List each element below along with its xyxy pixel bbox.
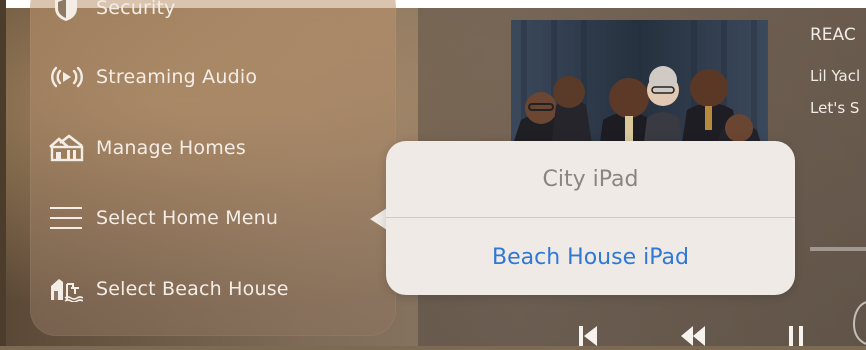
option-beach-house-ipad[interactable]: Beach House iPad	[386, 219, 795, 295]
option-city-ipad[interactable]: City iPad	[386, 141, 795, 217]
menu-item-label: Manage Homes	[96, 137, 246, 159]
track-album: Let's S	[810, 99, 860, 117]
menu-item-label: Select Home Menu	[96, 207, 279, 229]
popover-divider	[386, 217, 795, 218]
hamburger-menu-icon	[48, 200, 84, 236]
menu-item-select-beach-house[interactable]: Select Beach House	[48, 271, 289, 307]
pause-icon	[789, 326, 803, 346]
skip-back-button[interactable]	[577, 322, 599, 346]
skip-back-icon	[579, 326, 597, 346]
track-title: REAC	[810, 25, 856, 45]
play-circle-button[interactable]	[852, 300, 866, 345]
album-art	[511, 20, 768, 150]
menu-item-label: Streaming Audio	[96, 66, 258, 88]
homes-icon	[48, 130, 84, 166]
menu-item-manage-homes[interactable]: Manage Homes	[48, 130, 246, 166]
rewind-icon	[681, 326, 705, 346]
menu-item-streaming-audio[interactable]: Streaming Audio	[48, 59, 257, 95]
pause-button[interactable]	[787, 322, 807, 346]
menu-item-security[interactable]: Security	[48, 0, 176, 26]
menu-item-label: Security	[96, 0, 176, 19]
menu-item-label: Select Beach House	[96, 278, 289, 300]
beach-house-icon	[48, 271, 84, 307]
streaming-audio-icon	[48, 59, 84, 95]
shield-icon	[48, 0, 84, 26]
circle-icon	[852, 301, 866, 345]
left-edge	[0, 0, 6, 346]
menu-item-select-home-menu[interactable]: Select Home Menu	[48, 200, 278, 236]
popover-arrow	[370, 208, 387, 230]
track-artist: Lil Yacl	[810, 67, 861, 85]
rewind-button[interactable]	[679, 322, 707, 346]
progress-bar[interactable]	[810, 247, 866, 251]
device-select-popover: City iPad Beach House iPad	[386, 141, 795, 295]
